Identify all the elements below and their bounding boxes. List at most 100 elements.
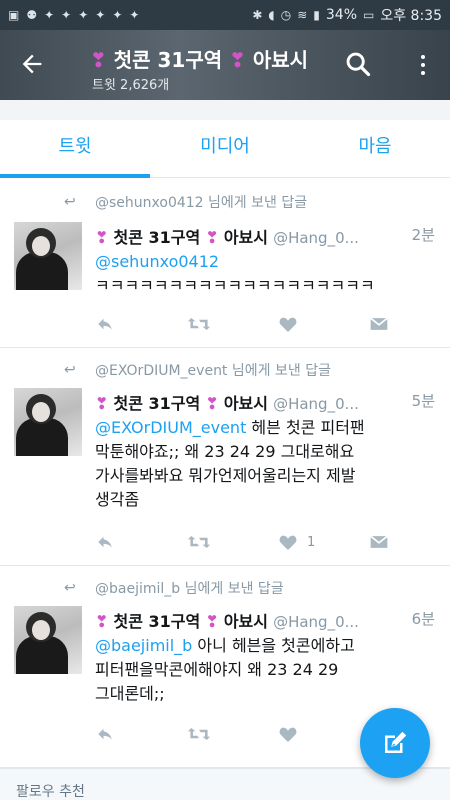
- tweet-text: @baejimil_b 아니 헤븐을 첫콘에하고 피터팬을막콘에해야지 왜 23…: [95, 634, 440, 706]
- tweet-actions: [95, 312, 395, 336]
- tweet-time: 2분: [411, 226, 435, 244]
- signal-icon: ▮: [313, 8, 320, 22]
- retweet-button[interactable]: [187, 722, 211, 746]
- arrow-left-icon: [22, 54, 42, 74]
- mention-link[interactable]: @baejimil_b: [95, 636, 192, 655]
- author-name[interactable]: 첫콘 31구역: [114, 228, 201, 247]
- twitter-notification-icon: ✦: [44, 8, 55, 22]
- heart-emoji-icon: ❣: [229, 48, 246, 72]
- avatar-face: [32, 402, 50, 422]
- tweet-item[interactable]: ↩ @EXOrDIUM_event 님에게 보낸 답글 ❣ 첫콘 31구역 ❣ …: [0, 348, 450, 566]
- reply-context: @EXOrDIUM_event 님에게 보낸 답글: [95, 360, 331, 380]
- reply-handle[interactable]: @EXOrDIUM_event: [95, 363, 227, 379]
- reply-context-icon: ↩: [64, 194, 76, 210]
- like-count: 1: [307, 534, 316, 550]
- tweet-author-line: ❣ 첫콘 31구역 ❣ 아뵤시 @Hang_0... 2분: [95, 224, 435, 248]
- heart-emoji-icon: ❣: [95, 612, 109, 631]
- reply-icon: [98, 728, 112, 740]
- reply-icon: [98, 318, 112, 330]
- tweet-text: @EXOrDIUM_event 헤븐 첫콘 피터팬 막툰해야죠;; 왜 23 2…: [95, 416, 440, 512]
- direct-message-button[interactable]: [369, 312, 389, 336]
- reply-button[interactable]: [95, 312, 115, 336]
- image-notification-icon: ▣: [8, 8, 20, 22]
- mention-link[interactable]: @EXOrDIUM_event: [95, 418, 246, 437]
- reply-handle[interactable]: @sehunxo0412: [95, 195, 204, 211]
- retweet-icon: [187, 728, 211, 740]
- retweet-button[interactable]: [187, 530, 211, 554]
- heart-emoji-icon: ❣: [95, 394, 109, 413]
- avatar[interactable]: [14, 606, 82, 674]
- mention-link[interactable]: @sehunxo0412: [95, 252, 219, 271]
- back-button[interactable]: [18, 50, 48, 80]
- author-name-tail[interactable]: 아뵤시: [224, 228, 268, 247]
- envelope-icon: [370, 317, 388, 330]
- tab-tweets[interactable]: 트윗: [0, 120, 150, 178]
- reply-suffix: 님에게 보낸 답글: [227, 363, 331, 379]
- tweet-text-rest: ㅋㅋㅋㅋㅋㅋㅋㅋㅋㅋㅋㅋㅋㅋㅋㅋㅋㅋㅋ: [95, 276, 375, 295]
- mute-icon: ◖: [268, 8, 275, 22]
- direct-message-button[interactable]: [369, 530, 389, 554]
- tweet-actions: [95, 722, 395, 746]
- compose-icon: [385, 731, 407, 753]
- tweet-author-line: ❣ 첫콘 31구역 ❣ 아뵤시 @Hang_0... 6분: [95, 608, 435, 632]
- like-button[interactable]: [279, 312, 307, 336]
- retweet-icon: [187, 318, 211, 330]
- profile-header: ❣ 첫콘 31구역 ❣ 아뵤시 트윗 2,626개: [0, 30, 450, 100]
- tweet-actions: 1: [95, 530, 395, 554]
- tweet-count: 트윗 2,626개: [92, 78, 170, 93]
- more-options-button[interactable]: [413, 48, 433, 82]
- reply-context-icon: ↩: [64, 580, 76, 596]
- heart-emoji-icon: ❣: [205, 394, 219, 413]
- author-name-tail[interactable]: 아뵤시: [224, 612, 268, 631]
- wifi-icon: ≋: [297, 8, 308, 22]
- tweet-text-rest: 막툰해야죠;; 왜 23 24 29 그대로해요 가사를봐봐요 뭐가언제어울리는…: [95, 442, 356, 509]
- twitter-notification-icon: ✦: [129, 8, 140, 22]
- author-name-tail[interactable]: 아뵤시: [224, 394, 268, 413]
- author-username: @Hang_0...: [273, 613, 359, 631]
- author-username: @Hang_0...: [273, 229, 359, 247]
- tab-likes[interactable]: 마음: [300, 120, 450, 177]
- more-dot: [421, 71, 425, 75]
- battery-level: 34%: [325, 7, 357, 23]
- like-button[interactable]: 1: [279, 530, 315, 554]
- heart-emoji-icon: ❣: [205, 612, 219, 631]
- heart-icon: [279, 317, 297, 332]
- tweet-text-line1: 아니 헤븐을 첫콘에하고: [192, 636, 355, 655]
- heart-icon: [279, 727, 297, 742]
- reply-context: @sehunxo0412 님에게 보낸 답글: [95, 192, 307, 212]
- divider-strip: [0, 100, 450, 120]
- author-name[interactable]: 첫콘 31구역: [114, 394, 201, 413]
- reply-button[interactable]: [95, 722, 115, 746]
- alarm-icon: ◷: [280, 8, 292, 22]
- retweet-button[interactable]: [187, 312, 211, 336]
- more-dot: [421, 63, 425, 67]
- reply-icon: [98, 536, 112, 548]
- twitter-notification-icon: ✦: [112, 8, 123, 22]
- twitter-notification-icon: ✦: [61, 8, 72, 22]
- twitter-notification-icon: ✦: [78, 8, 89, 22]
- twitter-notification-icon: ✦: [95, 8, 106, 22]
- heart-emoji-icon: ❣: [90, 48, 107, 72]
- bluetooth-icon: ✱: [252, 8, 263, 22]
- reply-suffix: 님에게 보낸 답글: [180, 581, 284, 597]
- reply-button[interactable]: [95, 530, 115, 554]
- avatar[interactable]: [14, 388, 82, 456]
- avatar[interactable]: [14, 222, 82, 290]
- reply-context-icon: ↩: [64, 362, 76, 378]
- avatar-face: [32, 236, 50, 256]
- battery-icon: ▭: [363, 8, 375, 22]
- tab-media[interactable]: 미디어: [150, 120, 300, 177]
- clock: 오후 8:35: [380, 8, 442, 24]
- compose-button[interactable]: [360, 708, 430, 778]
- tweet-text-line1: 헤븐 첫콘 피터팬: [246, 418, 365, 437]
- reply-handle[interactable]: @baejimil_b: [95, 581, 180, 597]
- tweet-time: 5분: [411, 392, 435, 410]
- search-button[interactable]: [344, 50, 374, 80]
- author-name[interactable]: 첫콘 31구역: [114, 612, 201, 631]
- profile-name-tail: 아뵤시: [252, 48, 309, 72]
- tweet-item[interactable]: ↩ @sehunxo0412 님에게 보낸 답글 ❣ 첫콘 31구역 ❣ 아뵤시…: [0, 180, 450, 348]
- like-button[interactable]: [279, 722, 307, 746]
- retweet-icon: [187, 536, 211, 548]
- tweet-author-line: ❣ 첫콘 31구역 ❣ 아뵤시 @Hang_0... 5분: [95, 390, 435, 414]
- tweet-text-rest: 피터팬을막콘에해야지 왜 23 24 29 그대론데;;: [95, 660, 339, 703]
